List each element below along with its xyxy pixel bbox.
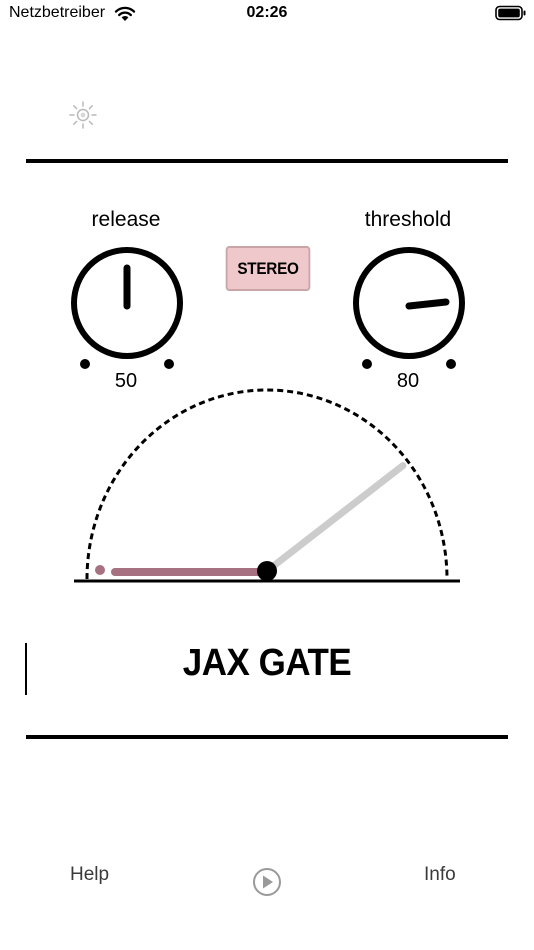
needle-pivot bbox=[257, 561, 277, 581]
meter-needle bbox=[263, 462, 407, 575]
threshold-knob[interactable] bbox=[350, 245, 468, 373]
bottom-divider bbox=[26, 735, 508, 739]
battery-icon bbox=[495, 5, 526, 21]
threshold-label: threshold bbox=[364, 208, 452, 231]
top-divider bbox=[26, 159, 508, 163]
release-label: release bbox=[91, 208, 161, 231]
info-button[interactable]: Info bbox=[424, 864, 456, 886]
gate-indicator-dot bbox=[95, 565, 105, 575]
clock: 02:26 bbox=[246, 4, 288, 21]
brightness-icon[interactable] bbox=[68, 100, 98, 130]
play-circle-icon[interactable] bbox=[252, 867, 282, 897]
help-button[interactable]: Help bbox=[70, 864, 109, 886]
stereo-button[interactable]: STEREO bbox=[225, 246, 311, 291]
meter-arc bbox=[85, 388, 449, 580]
plugin-title: JAX GATE bbox=[182, 642, 352, 684]
release-knob[interactable] bbox=[68, 245, 186, 373]
gate-meter bbox=[74, 388, 460, 583]
